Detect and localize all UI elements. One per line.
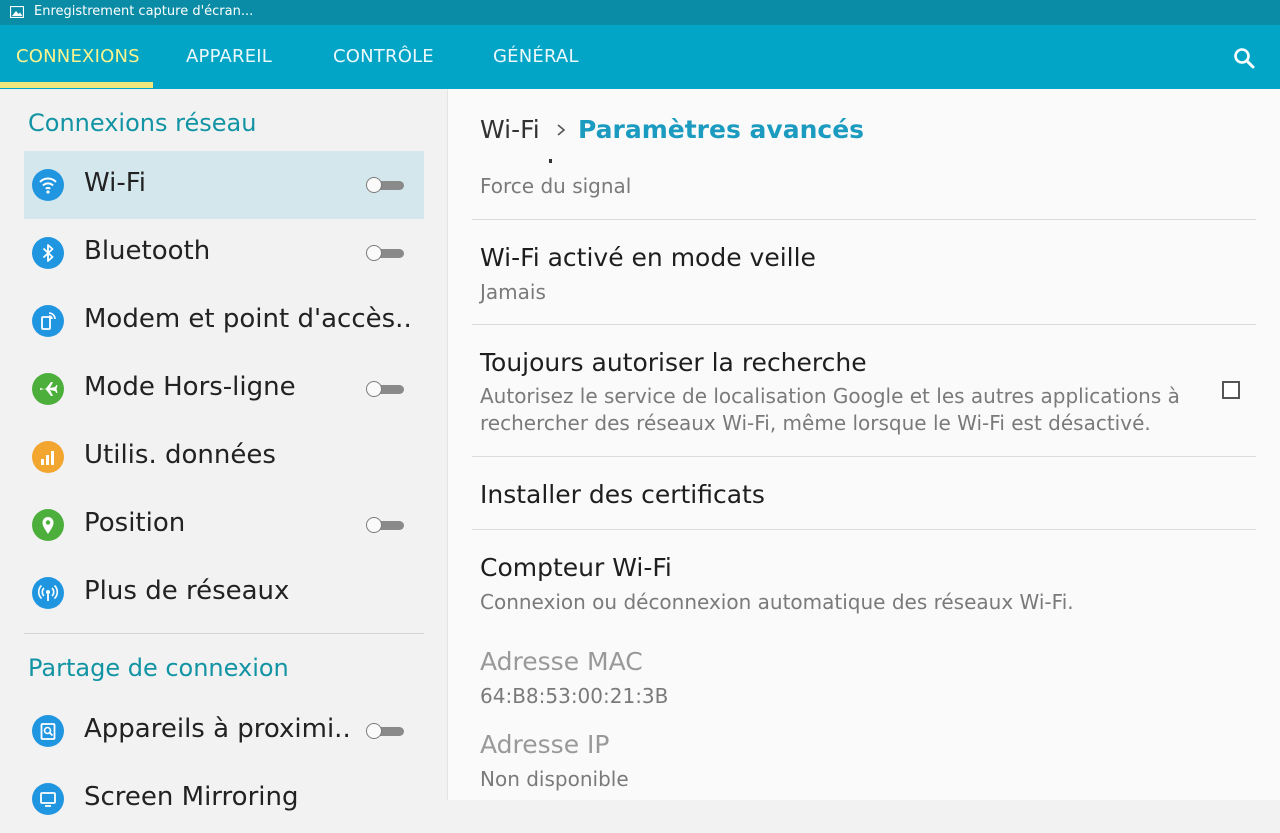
sidebar-item-label: Position — [84, 508, 186, 538]
always-scan-checkbox[interactable] — [1222, 381, 1240, 399]
sidebar-item-screen-mirroring[interactable]: Screen Mirroring — [24, 765, 424, 833]
wifi-advanced-settings-panel: Wi-Fi Paramètres avancés Force du signal… — [448, 89, 1280, 800]
wifi-toggle[interactable] — [366, 177, 404, 193]
row-divider — [472, 456, 1256, 457]
breadcrumb-parent[interactable]: Wi-Fi — [480, 115, 540, 144]
status-notification-text: Enregistrement capture d'écran... — [34, 4, 254, 19]
sidebar-item-label: Mode Hors-ligne — [84, 372, 296, 402]
bluetooth-toggle[interactable] — [366, 245, 404, 261]
sidebar-item-bluetooth[interactable]: Bluetooth — [24, 219, 424, 287]
row-title: Compteur Wi-Fi — [480, 553, 672, 582]
sidebar-item-label: Utilis. données — [84, 440, 276, 470]
location-icon — [32, 509, 64, 541]
chevron-right-icon — [557, 124, 566, 136]
sidebar-item-wifi[interactable]: Wi-Fi — [24, 151, 424, 219]
image-icon — [10, 6, 24, 18]
row-title: Toujours autoriser la recherche — [480, 348, 867, 377]
sidebar-item-label: Plus de réseaux — [84, 576, 290, 606]
sidebar-item-plus-de-reseaux[interactable]: Plus de réseaux — [24, 559, 424, 627]
section-title-connexions-reseau: Connexions réseau — [28, 109, 257, 137]
bluetooth-icon — [32, 237, 64, 269]
sidebar-item-position[interactable]: Position — [24, 491, 424, 559]
hotspot-icon — [32, 305, 64, 337]
nearby-devices-toggle[interactable] — [366, 723, 404, 739]
sidebar-item-label: Modem et point d'accès.. — [84, 304, 412, 334]
settings-sidebar: Connexions réseau Wi-Fi Bluetooth Modem … — [0, 89, 448, 815]
page-title: Paramètres avancés — [578, 115, 865, 144]
row-subtitle: Force du signal — [480, 174, 632, 198]
tab-general[interactable]: GÉNÉRAL — [493, 25, 579, 89]
more-networks-icon — [32, 577, 64, 609]
sidebar-item-hotspot[interactable]: Modem et point d'accès.. — [24, 287, 424, 355]
sidebar-item-label: Wi-Fi — [84, 168, 147, 198]
screen-mirroring-icon — [32, 783, 64, 815]
search-icon[interactable] — [1228, 42, 1260, 74]
status-bar: Enregistrement capture d'écran... — [0, 0, 1280, 25]
row-divider — [472, 324, 1256, 325]
row-title: Adresse IP — [480, 730, 610, 759]
sidebar-item-utilis-donnees[interactable]: Utilis. données — [24, 423, 424, 491]
sidebar-item-label: Appareils à proximi.. — [84, 714, 351, 744]
active-tab-indicator — [0, 82, 153, 88]
section-divider — [24, 633, 424, 634]
airplane-mode-toggle[interactable] — [366, 381, 404, 397]
wifi-icon — [32, 169, 64, 201]
row-subtitle: Autorisez le service de localisation Goo… — [480, 384, 1180, 435]
sidebar-item-label: Screen Mirroring — [84, 782, 299, 812]
airplane-icon — [32, 373, 64, 405]
section-title-partage-de-connexion: Partage de connexion — [28, 654, 289, 682]
row-title: Adresse MAC — [480, 647, 643, 676]
mac-address-value: 64:B8:53:00:21:3B — [480, 684, 669, 708]
sidebar-item-mode-hors-ligne[interactable]: Mode Hors-ligne — [24, 355, 424, 423]
sidebar-item-appareils-a-proximite[interactable]: Appareils à proximi.. — [24, 697, 424, 765]
row-subtitle: Jamais — [480, 280, 546, 304]
tab-connexions[interactable]: CONNEXIONS — [16, 25, 140, 89]
row-divider — [472, 219, 1256, 220]
ip-address-value: Non disponible — [480, 767, 629, 791]
data-usage-icon — [32, 441, 64, 473]
sidebar-item-label: Bluetooth — [84, 236, 211, 266]
row-subtitle: Connexion ou déconnexion automatique des… — [480, 590, 1074, 614]
position-toggle[interactable] — [366, 517, 404, 533]
tab-appareil[interactable]: APPAREIL — [186, 25, 272, 89]
row-title: Wi-Fi activé en mode veille — [480, 243, 816, 272]
row-divider — [472, 529, 1256, 530]
row-title: Installer des certificats — [480, 480, 765, 509]
tab-bar: CONNEXIONS APPAREIL CONTRÔLE GÉNÉRAL — [0, 25, 1280, 89]
nearby-devices-icon — [32, 715, 64, 747]
scroll-artifact — [549, 159, 552, 163]
tab-controle[interactable]: CONTRÔLE — [333, 25, 434, 89]
